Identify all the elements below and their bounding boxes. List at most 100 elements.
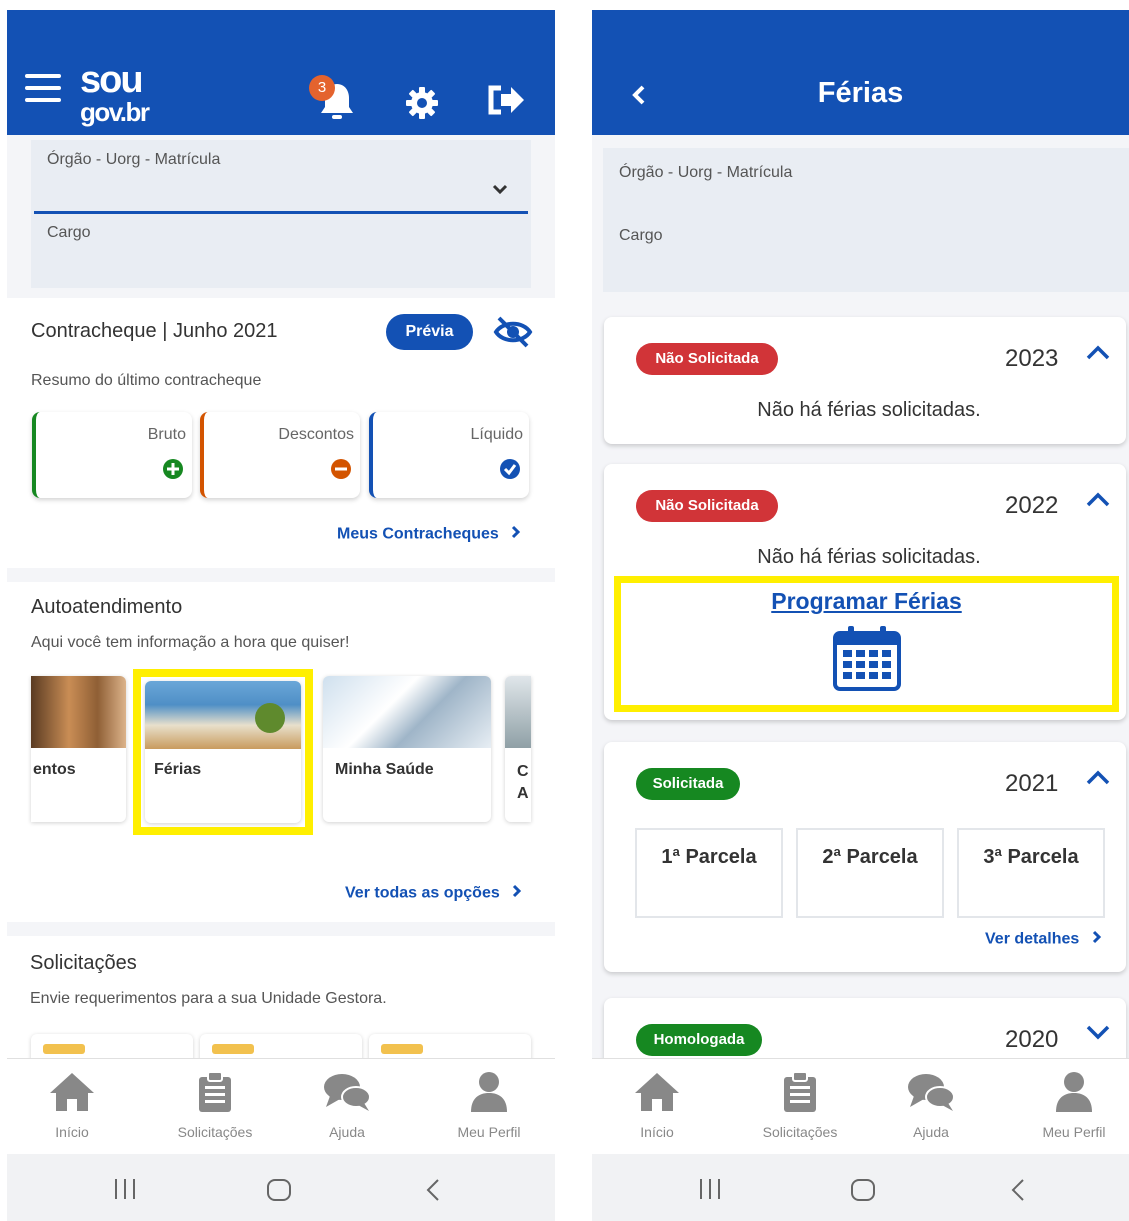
bottom-navigation: Início Solicitações Ajuda Meu Perfil (7, 1058, 555, 1154)
app-header: Férias (592, 10, 1129, 135)
chevron-up-icon[interactable] (1086, 345, 1110, 366)
logo-govbr: gov.br (80, 97, 150, 127)
recent-apps-icon[interactable] (698, 1178, 722, 1205)
schedule-vacation-button[interactable]: Programar Férias (614, 588, 1119, 696)
left-phone-screen: sou gov.br 3 Órgão - Uorg - Matrícula Ca… (7, 10, 555, 1221)
nav-ajuda[interactable]: Ajuda (876, 1071, 986, 1140)
profile-info: Órgão - Uorg - Matrícula Cargo (603, 148, 1129, 292)
nav-inicio[interactable]: Início (602, 1071, 712, 1140)
home-icon (17, 1071, 127, 1118)
profile-selector[interactable]: Órgão - Uorg - Matrícula Cargo (31, 140, 531, 288)
saude-card[interactable]: Minha Saúde (323, 676, 491, 822)
cargo-label: Cargo (619, 227, 663, 244)
back-button-icon[interactable] (1010, 1178, 1026, 1207)
status-badge: Solicitada (636, 768, 740, 800)
nav-meu-perfil-label: Meu Perfil (457, 1124, 521, 1140)
chevron-right-icon (511, 525, 521, 544)
service-label-cut: entos (33, 761, 76, 778)
see-details-link[interactable]: Ver detalhes (985, 930, 1102, 949)
chevron-up-icon[interactable] (1086, 492, 1110, 513)
payslip-subtitle: Resumo do último contracheque (31, 372, 262, 389)
user-icon (434, 1071, 544, 1118)
ferias-label: Férias (154, 761, 202, 778)
requests-section: Solicitações Envie requerimentos para a … (7, 936, 555, 1074)
parcel-2[interactable]: 2ª Parcela (796, 828, 944, 918)
notification-badge: 3 (309, 75, 335, 101)
eye-slash-icon[interactable] (493, 316, 533, 353)
system-navigation-bar (592, 1154, 1129, 1221)
vacation-card-2021: Solicitada 2021 1ª Parcela 2ª Parcela 3ª… (604, 742, 1126, 972)
menu-icon[interactable] (25, 74, 61, 104)
nav-inicio[interactable]: Início (17, 1071, 127, 1140)
saude-label: Minha Saúde (335, 761, 434, 778)
parcel-3[interactable]: 3ª Parcela (957, 828, 1105, 918)
parcel-1[interactable]: 1ª Parcela (635, 828, 783, 918)
page-title: Férias (817, 77, 904, 109)
service-card-partial[interactable]: C A (505, 676, 531, 822)
status-badge: Não Solicitada (636, 490, 778, 522)
status-badge: Não Solicitada (636, 343, 778, 375)
clipboard-icon (160, 1071, 270, 1118)
payslip-title: Contracheque | Junho 2021 (31, 320, 278, 342)
app-header: sou gov.br 3 (7, 10, 555, 135)
nav-solicitacoes-label: Solicitações (177, 1124, 253, 1140)
minus-circle-icon (330, 458, 352, 485)
home-button-icon[interactable] (850, 1178, 876, 1207)
requests-subtitle: Envie requerimentos para a sua Unidade G… (30, 990, 387, 1007)
gear-icon[interactable] (405, 86, 439, 125)
nav-inicio-label: Início (55, 1124, 89, 1140)
my-payslips-link[interactable]: Meus Contracheques (337, 525, 521, 544)
empty-message: Não há férias solicitadas. (757, 399, 981, 421)
chat-icon (876, 1071, 986, 1118)
chat-icon (292, 1071, 402, 1118)
descontos-label: Descontos (278, 426, 354, 443)
vacation-card-2022: Não Solicitada 2022 Não há férias solici… (604, 464, 1126, 720)
see-all-options-link[interactable]: Ver todas as opções (345, 884, 522, 903)
beach-image (145, 681, 301, 749)
right-phone-screen: Férias Órgão - Uorg - Matrícula Cargo Nã… (592, 10, 1129, 1221)
nav-meu-perfil[interactable]: Meu Perfil (434, 1071, 544, 1140)
ferias-card[interactable]: Férias (145, 681, 301, 823)
cargo-label: Cargo (47, 224, 91, 241)
year-label: 2021 (1005, 770, 1059, 797)
see-details-label: Ver detalhes (985, 930, 1080, 948)
plus-circle-icon (162, 458, 184, 485)
clipboard-icon (745, 1071, 855, 1118)
nav-solicitacoes[interactable]: Solicitações (160, 1071, 270, 1140)
nav-meu-perfil[interactable]: Meu Perfil (1019, 1071, 1129, 1140)
bruto-label: Bruto (147, 426, 186, 443)
liquido-label: Líquido (470, 426, 524, 443)
empty-message: Não há férias solicitadas. (757, 546, 981, 568)
nav-solicitacoes[interactable]: Solicitações (745, 1071, 855, 1140)
chevron-down-icon[interactable] (492, 182, 508, 200)
nav-ajuda-label: Ajuda (329, 1124, 365, 1140)
descontos-card[interactable]: Descontos (200, 412, 360, 498)
partial-label: C A (517, 763, 529, 802)
back-button-icon[interactable] (425, 1178, 441, 1207)
year-label: 2022 (1005, 492, 1059, 519)
schedule-vacation-label: Programar Férias (771, 588, 962, 614)
liquido-card[interactable]: Líquido (369, 412, 529, 498)
org-label: Órgão - Uorg - Matrícula (47, 151, 221, 168)
home-icon (602, 1071, 712, 1118)
preview-button[interactable]: Prévia (386, 314, 473, 350)
health-image (323, 676, 491, 748)
vacation-card-2023: Não Solicitada 2023 Não há férias solici… (604, 317, 1126, 444)
my-payslips-label: Meus Contracheques (337, 525, 499, 543)
self-service-section: Autoatendimento Aqui você tem informação… (7, 582, 555, 922)
nav-solicitacoes-label: Solicitações (762, 1124, 838, 1140)
service-card-cut[interactable]: entos (31, 676, 126, 822)
logout-icon[interactable] (487, 84, 527, 121)
requests-title: Solicitações (30, 952, 137, 974)
nav-ajuda[interactable]: Ajuda (292, 1071, 402, 1140)
user-icon (1019, 1071, 1129, 1118)
lion-image (31, 676, 126, 748)
nav-ajuda-label: Ajuda (913, 1124, 949, 1140)
recent-apps-icon[interactable] (113, 1178, 137, 1205)
chevron-up-icon[interactable] (1086, 770, 1110, 791)
chevron-down-icon[interactable] (1086, 1024, 1110, 1045)
bruto-card[interactable]: Bruto (32, 412, 192, 498)
chevron-right-icon (512, 884, 522, 903)
home-button-icon[interactable] (266, 1178, 292, 1207)
calendar-icon (614, 625, 1119, 696)
